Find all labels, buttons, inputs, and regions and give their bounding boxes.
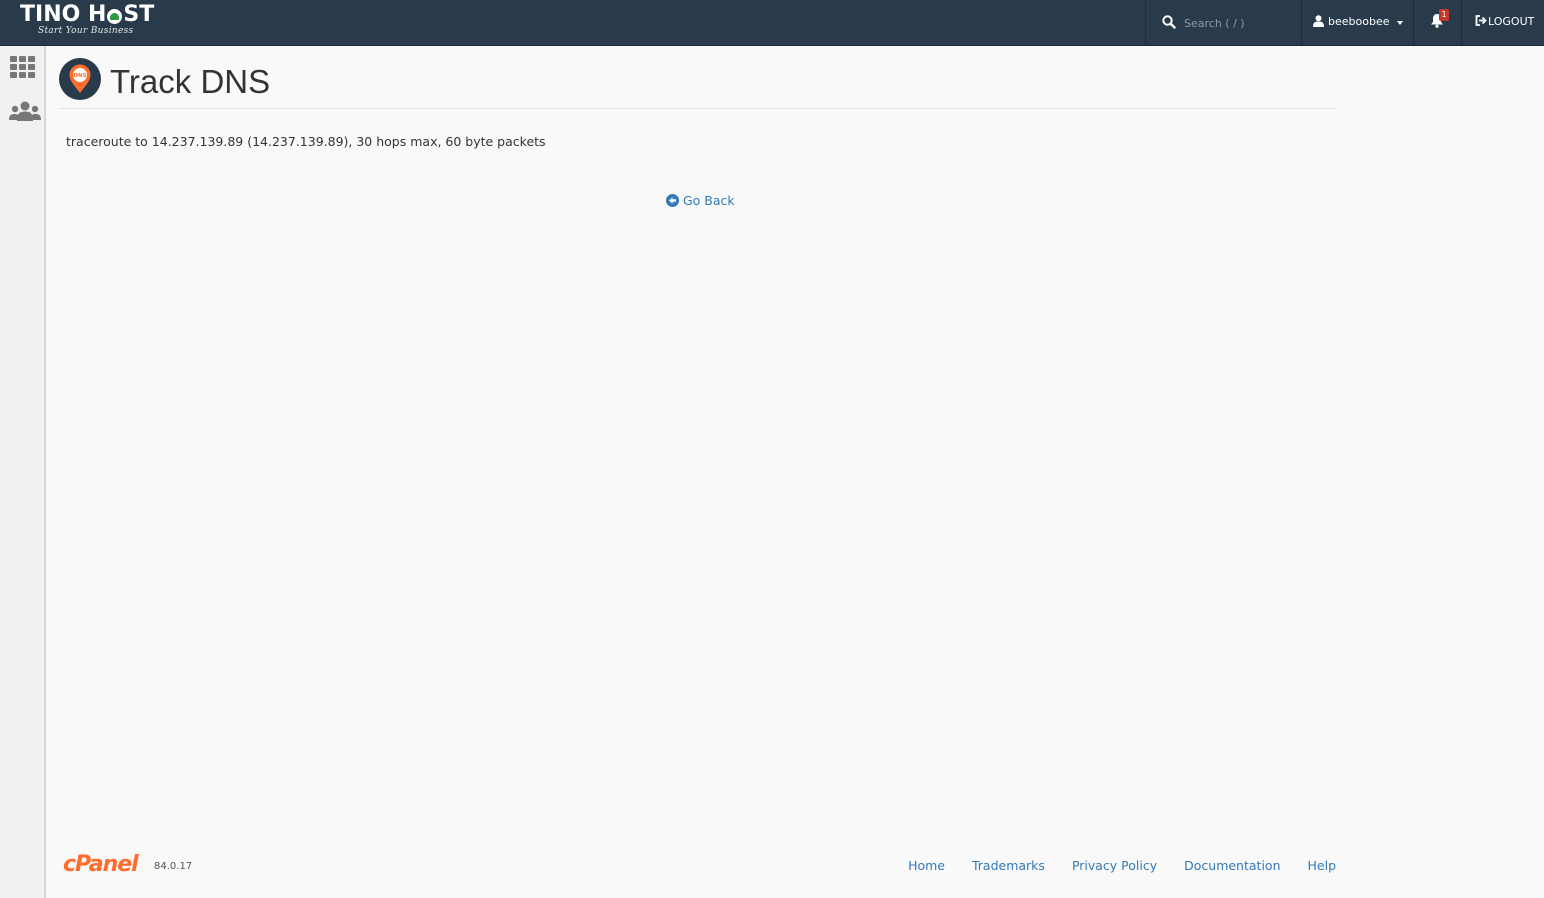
footer-links: Home Trademarks Privacy Policy Documenta… <box>908 858 1336 873</box>
footer-link-documentation[interactable]: Documentation <box>1184 858 1280 873</box>
sidebar-item-tools[interactable] <box>9 55 37 83</box>
logout-label: LOGOUT <box>1488 15 1535 28</box>
search-input[interactable] <box>1182 13 1296 33</box>
logo-house-icon <box>107 8 123 24</box>
search-icon <box>1162 15 1176 29</box>
top-navbar: TINO HST Start Your Business beeboobee 1 <box>0 0 1544 46</box>
user-menu[interactable]: beeboobee <box>1302 0 1413 45</box>
username-label: beeboobee <box>1328 15 1390 28</box>
dns-pin-icon: DNS <box>59 58 101 100</box>
logo-wordmark: TINO H ST <box>20 2 155 27</box>
footer-link-privacy-policy[interactable]: Privacy Policy <box>1072 858 1157 873</box>
version-label: 84.0.17 <box>154 861 193 872</box>
notification-badge: 1 <box>1439 9 1449 21</box>
traceroute-output: traceroute to 14.237.139.89 (14.237.139.… <box>66 134 546 149</box>
svg-text:DNS: DNS <box>73 73 86 79</box>
sidebar <box>0 46 46 898</box>
page-title: Track DNS <box>110 63 271 100</box>
apps-grid-icon <box>10 56 35 78</box>
chevron-down-icon <box>1397 21 1403 25</box>
footer-link-help[interactable]: Help <box>1308 858 1337 873</box>
go-back-label: Go Back <box>683 193 735 208</box>
footer-link-trademarks[interactable]: Trademarks <box>972 858 1045 873</box>
notifications-button[interactable]: 1 <box>1414 0 1461 45</box>
logout-icon <box>1475 15 1487 26</box>
brand-logo[interactable]: TINO H ST Start Your Business <box>20 2 154 36</box>
go-back-link[interactable]: Go Back <box>666 193 735 208</box>
logout-button[interactable]: LOGOUT <box>1462 0 1544 45</box>
sidebar-item-users[interactable] <box>9 101 41 125</box>
users-group-icon <box>9 101 41 121</box>
cpanel-logo[interactable]: cPanel <box>63 852 139 877</box>
arrow-left-circle-icon <box>666 194 679 207</box>
page-header: DNS Track DNS <box>58 56 1336 109</box>
footer-link-home[interactable]: Home <box>908 858 945 873</box>
search-box[interactable] <box>1146 0 1301 45</box>
user-icon <box>1313 15 1324 27</box>
